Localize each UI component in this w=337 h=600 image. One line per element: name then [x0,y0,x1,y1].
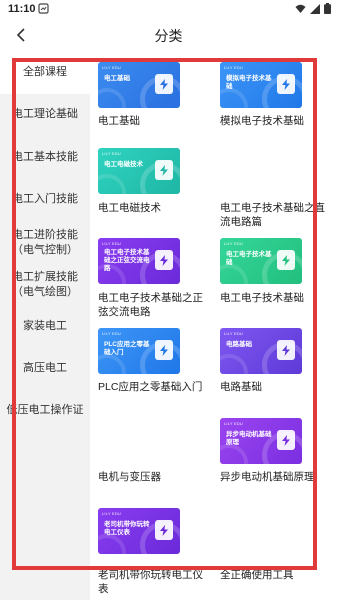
course-card[interactable]: 全正确使用工具 [212,506,332,600]
sidebar-item-basic-skills[interactable]: 电工基本技能 [0,150,90,165]
brand-logo: LILY EDU [102,511,122,516]
brand-logo: LILY EDU [102,151,122,156]
bolt-icon [277,74,295,94]
course-title: 电工电磁技术 [98,202,161,214]
sidebar-item-extended-skills[interactable]: 电工扩展技能（电气绘图） [0,270,90,300]
thumbnail-text: 模拟电子技术基础 [226,75,272,90]
brand-logo: LILY EDU [102,241,122,246]
course-thumbnail: LILY EDU 电工电子技术基础之正弦交流电路 [98,238,180,284]
course-card[interactable]: 电工电子技术基础之直流电路篇 [212,140,332,230]
course-thumbnail: LILY EDU 电路基础 [220,328,302,374]
brand-logo: LILY EDU [224,421,244,426]
sidebar-item-label: 全部课程 [23,66,67,78]
course-card[interactable]: LILY EDU 电路基础 电路基础 [212,322,332,414]
thumbnail-text: 电工电子技术基础之正弦交流电路 [104,249,150,272]
bolt-icon [155,250,173,270]
brand-logo: LILY EDU [224,331,244,336]
battery-icon [324,3,331,14]
bolt-icon [277,340,295,360]
sidebar-item-label: 电工进阶技能（电气控制） [12,229,78,256]
course-thumbnail: LILY EDU PLC应用之零基础入门 [98,328,180,374]
course-title: 电工电子技术基础 [220,292,304,304]
course-thumbnail: LILY EDU 模拟电子技术基础 [220,62,302,108]
status-bar: 11:10 [0,0,337,18]
sidebar-item-label: 电工基本技能 [12,151,78,163]
thumbnail-text: 老司机带你玩转电工仪表 [104,521,150,536]
bolt-icon [155,160,173,180]
course-title: 电路基础 [220,381,262,393]
brand-logo: LILY EDU [224,241,244,246]
thumbnail-text: 电工基础 [104,75,130,82]
course-title: 电工电子技术基础之正弦交流电路 [98,292,203,318]
status-time: 11:10 [8,3,36,15]
course-card[interactable]: LILY EDU 老司机带你玩转电工仪表 老司机带你玩转电工仪表 [90,506,210,600]
brand-logo: LILY EDU [224,65,244,70]
notification-icon [38,3,49,14]
sidebar-item-advanced-skills[interactable]: 电工进阶技能（电气控制） [0,228,90,258]
wifi-icon [295,4,306,13]
course-card[interactable]: LILY EDU PLC应用之零基础入门 PLC应用之零基础入门 [90,322,210,414]
sidebar-item-theory[interactable]: 电工理论基础 [0,107,90,122]
bolt-icon [155,74,173,94]
course-card[interactable]: LILY EDU 电工电磁技术 电工电磁技术 [90,140,210,230]
course-title: 全正确使用工具 [220,569,294,581]
signal-icon [310,3,320,14]
course-card[interactable]: LILY EDU 电工电子技术基础之正弦交流电路 电工电子技术基础之正弦交流电路 [90,232,210,320]
course-grid: LILY EDU 电工基础 电工基础 LILY EDU 模拟电子技术基础 模拟电… [90,52,337,600]
bolt-icon [277,250,295,270]
bolt-icon [277,430,295,450]
header: 分类 [0,18,337,52]
thumbnail-text: 异步电动机基础原理 [226,431,272,446]
course-thumbnail: LILY EDU 电工电磁技术 [98,148,180,194]
sidebar-item-entry-skills[interactable]: 电工入门技能 [0,192,90,207]
sidebar-item-label: 电工入门技能 [12,193,78,205]
sidebar-item-all-courses[interactable]: 全部课程 [0,52,90,94]
course-thumbnail: LILY EDU 老司机带你玩转电工仪表 [98,508,180,554]
course-title: 电机与变压器 [98,471,161,483]
thumbnail-text: 电工电子技术基础 [226,251,272,266]
course-title: 电工基础 [98,115,140,127]
thumbnail-text: 电路基础 [226,341,252,348]
sidebar-item-label: 低压电工操作证 [6,404,84,416]
sidebar-item-label: 高压电工 [23,362,67,374]
course-thumbnail: LILY EDU 电工基础 [98,62,180,108]
course-title: 模拟电子技术基础 [220,115,304,127]
page-title: 分类 [154,28,183,44]
sidebar-item-label: 家装电工 [23,320,67,332]
sidebar-item-label: 电工理论基础 [12,108,78,120]
brand-logo: LILY EDU [102,65,122,70]
course-card[interactable]: LILY EDU 模拟电子技术基础 模拟电子技术基础 [212,52,332,134]
course-card[interactable]: LILY EDU 异步电动机基础原理 异步电动机基础原理 [212,416,332,506]
thumbnail-text: PLC应用之零基础入门 [104,341,150,356]
bolt-icon [155,340,173,360]
course-card[interactable]: 电机与变压器 [90,416,210,506]
category-sidebar: 全部课程 电工理论基础 电工基本技能 电工入门技能 电工进阶技能（电气控制） 电… [0,52,90,600]
thumbnail-text: 电工电磁技术 [104,161,143,168]
sidebar-item-label: 电工扩展技能（电气绘图） [12,271,78,298]
sidebar-item-low-voltage-cert[interactable]: 低压电工操作证 [0,403,90,418]
course-thumbnail: LILY EDU 异步电动机基础原理 [220,418,302,464]
course-title: PLC应用之零基础入门 [98,381,203,393]
bolt-icon [155,520,173,540]
course-card[interactable]: LILY EDU 电工基础 电工基础 [90,52,210,134]
course-title: 异步电动机基础原理 [220,471,315,483]
course-title: 老司机带你玩转电工仪表 [98,569,203,595]
brand-logo: LILY EDU [102,331,122,336]
sidebar-item-high-voltage[interactable]: 高压电工 [0,361,90,376]
course-card[interactable]: LILY EDU 电工电子技术基础 电工电子技术基础 [212,232,332,320]
sidebar-item-home-electrician[interactable]: 家装电工 [0,319,90,334]
course-title: 电工电子技术基础之直流电路篇 [220,202,325,228]
course-thumbnail: LILY EDU 电工电子技术基础 [220,238,302,284]
